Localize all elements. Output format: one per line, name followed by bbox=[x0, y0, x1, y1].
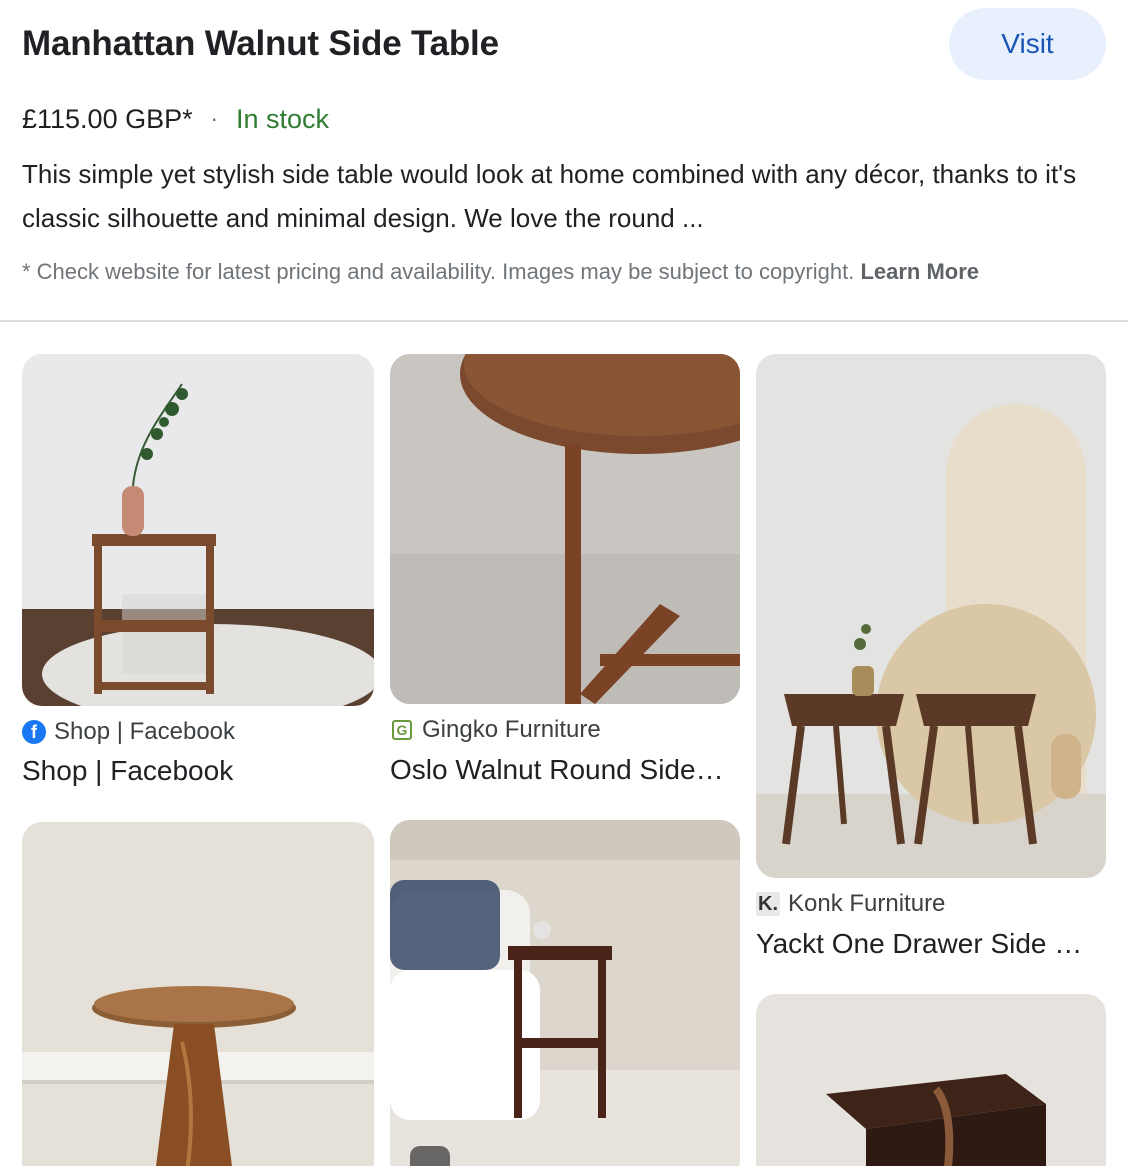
stock-status: In stock bbox=[235, 103, 329, 134]
result-source-1[interactable]: f Shop | Facebook bbox=[22, 718, 235, 746]
result-image-5[interactable] bbox=[390, 820, 740, 1166]
result-source-2[interactable]: G Gingko Furniture bbox=[390, 716, 601, 744]
side-table-photo-1 bbox=[22, 354, 374, 706]
result-image-4[interactable] bbox=[22, 822, 374, 1166]
result-title-2[interactable]: Oslo Walnut Round Side… bbox=[390, 754, 735, 786]
result-title-1[interactable]: Shop | Facebook bbox=[22, 755, 374, 787]
price-row: £115.00 GBP* · In stock bbox=[22, 100, 329, 138]
result-image-2[interactable] bbox=[390, 354, 740, 704]
learn-more-link[interactable]: Learn More bbox=[860, 259, 979, 284]
price: £115.00 GBP* bbox=[22, 103, 193, 134]
separator-dot: · bbox=[210, 106, 218, 131]
product-title: Manhattan Walnut Side Table bbox=[22, 24, 499, 63]
result-image-1[interactable] bbox=[22, 354, 374, 706]
result-source-label: Konk Furniture bbox=[788, 890, 946, 917]
gingko-icon: G bbox=[390, 718, 414, 742]
disclaimer: * Check website for latest pricing and a… bbox=[22, 254, 1112, 290]
side-table-photo-2 bbox=[390, 354, 740, 704]
divider bbox=[0, 320, 1128, 322]
result-image-3[interactable] bbox=[756, 354, 1106, 878]
result-image-6[interactable] bbox=[756, 994, 1106, 1166]
side-table-photo-3 bbox=[756, 354, 1106, 878]
product-description: This simple yet stylish side table would… bbox=[22, 159, 1077, 233]
side-table-photo-5 bbox=[390, 820, 740, 1166]
result-title-3[interactable]: Yackt One Drawer Side … bbox=[756, 928, 1096, 960]
visit-button[interactable]: Visit bbox=[949, 8, 1106, 80]
disclaimer-text: * Check website for latest pricing and a… bbox=[22, 259, 855, 284]
side-table-photo-6 bbox=[756, 994, 1106, 1166]
result-source-label: Shop | Facebook bbox=[54, 718, 236, 745]
facebook-icon: f bbox=[22, 720, 46, 744]
result-source-label: Gingko Furniture bbox=[422, 716, 601, 743]
tag-icon bbox=[410, 1146, 450, 1166]
konk-icon: K. bbox=[756, 892, 780, 916]
result-source-3[interactable]: K. Konk Furniture bbox=[756, 890, 945, 918]
side-table-photo-4 bbox=[22, 822, 374, 1166]
